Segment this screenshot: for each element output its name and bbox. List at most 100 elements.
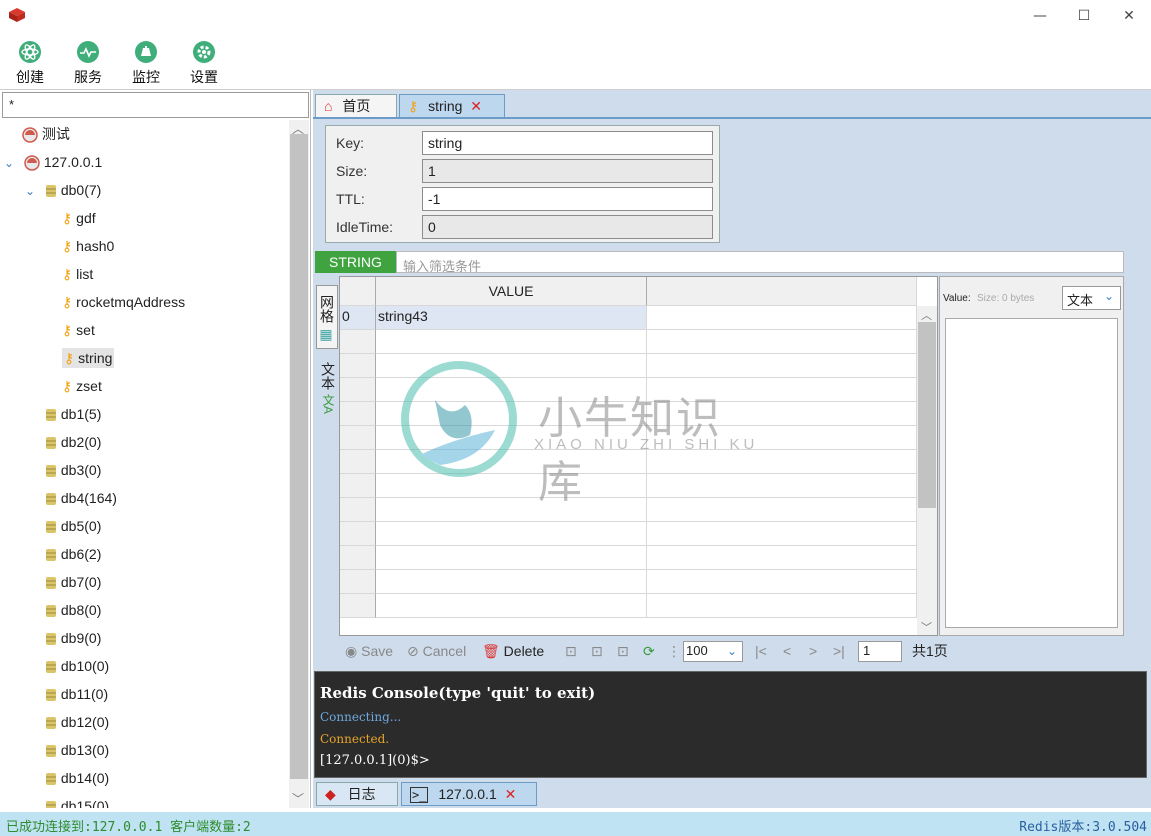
delete-button[interactable]: 🗑 Delete	[482, 640, 544, 662]
type-badge: STRING	[315, 251, 396, 273]
tree-key-item[interactable]: ⚷ list	[0, 260, 288, 288]
tree-key-item[interactable]: ⚷ hash0	[0, 232, 288, 260]
grid-scrollbar-thumb[interactable]	[918, 322, 936, 508]
monitor-button[interactable]: 监控	[121, 36, 171, 87]
tree-key-item[interactable]: ⚷ set	[0, 316, 288, 344]
tab-console-connection[interactable]: >_ 127.0.0.1 ✕	[401, 782, 537, 806]
tab-string[interactable]: ⚷ string ✕	[399, 94, 505, 118]
empty-grid-cell	[376, 330, 647, 354]
first-page-button[interactable]: |<	[755, 640, 767, 662]
tree-db-node[interactable]: db13(0)	[0, 736, 288, 764]
key-search-input[interactable]: *	[2, 92, 309, 118]
refresh-icon[interactable]: ⟳	[643, 640, 655, 662]
tree-db-node[interactable]: db4(164)	[0, 484, 288, 512]
settings-button[interactable]: 设置	[179, 36, 229, 87]
next-page-button[interactable]: >	[809, 640, 817, 662]
format-select[interactable]: 文本 ⌄	[1062, 286, 1121, 310]
tree-db-node[interactable]: db3(0)	[0, 456, 288, 484]
tree-db-node[interactable]: ⌄ db0(7)	[0, 176, 288, 204]
key-label: Key:	[336, 135, 365, 151]
minimize-button[interactable]: —	[1030, 6, 1050, 26]
monitor-label: 监控	[132, 69, 160, 85]
page-size-select[interactable]: 100 ⌄	[683, 641, 743, 662]
tree-scrollbar-thumb[interactable]	[290, 134, 308, 779]
redis-version: Redis版本:3.0.504	[1019, 820, 1147, 835]
key-icon: ⚷	[62, 294, 73, 310]
console-prompt[interactable]: [127.0.0.1](0)$>	[320, 753, 430, 768]
close-button[interactable]: ✕	[1119, 6, 1139, 26]
tree-db-node[interactable]: db12(0)	[0, 708, 288, 736]
empty-grid-cell	[647, 570, 917, 594]
tree-db-node[interactable]: db8(0)	[0, 596, 288, 624]
tree-db-node[interactable]: db10(0)	[0, 652, 288, 680]
scroll-up-icon[interactable]: ︿	[292, 120, 304, 137]
tab-home[interactable]: ⌂ 首页	[315, 94, 397, 118]
tree-key-item[interactable]: ⚷ zset	[0, 372, 288, 400]
side-tab-grid[interactable]: 网格 ▦	[316, 285, 338, 349]
remove-row-button[interactable]: ⊡	[617, 640, 629, 662]
connection-tree: 测试 ⌄ 127.0.0.1 ⌄ db0(7) ⚷ gdf ⚷ hash0 ⚷ …	[0, 120, 288, 808]
filter-input[interactable]: 输入筛选条件	[396, 251, 1124, 274]
grid-corner	[340, 277, 376, 306]
tree-db-node[interactable]: db1(5)	[0, 400, 288, 428]
tree-key-item[interactable]: ⚷ rocketmqAddress	[0, 288, 288, 316]
ttl-field[interactable]: -1	[422, 187, 713, 211]
tree-db-label: db15(0)	[60, 798, 110, 808]
cancel-button[interactable]: ⊘ Cancel	[407, 640, 466, 662]
tree-db-node[interactable]: db6(2)	[0, 540, 288, 568]
create-button[interactable]: 创建	[5, 36, 55, 87]
tree-db-node[interactable]: db11(0)	[0, 680, 288, 708]
tab-log[interactable]: ◆ 日志	[316, 782, 398, 806]
empty-grid-cell	[340, 594, 376, 618]
chevron-down-icon[interactable]: ⌄	[25, 184, 35, 198]
insert-row-button[interactable]: ⊡	[591, 640, 603, 662]
close-tab-icon[interactable]: ✕	[505, 786, 517, 802]
add-row-button[interactable]: ⊡	[565, 640, 577, 662]
save-button[interactable]: ◉ Save	[345, 640, 393, 662]
chevron-down-icon: ⌄	[726, 644, 737, 658]
tree-db-label: db8(0)	[60, 602, 102, 618]
tree-key-item-selected[interactable]: ⚷ string	[0, 344, 288, 372]
column-header-value[interactable]: VALUE	[376, 277, 647, 306]
title-bar: — ☐ ✕	[0, 0, 1151, 32]
tree-group-node[interactable]: 测试	[0, 120, 288, 148]
tree-db-node[interactable]: db15(0)	[0, 792, 288, 808]
key-name-field[interactable]: string	[422, 131, 713, 155]
empty-grid-cell	[376, 570, 647, 594]
empty-grid-cell	[340, 330, 376, 354]
close-tab-icon[interactable]: ✕	[470, 98, 482, 114]
side-tab-text[interactable]: 文本 文A	[316, 358, 338, 418]
tree-server-node[interactable]: ⌄ 127.0.0.1	[0, 148, 288, 176]
translate-icon: 文A	[321, 393, 335, 414]
tree-db-node[interactable]: db7(0)	[0, 568, 288, 596]
scroll-down-icon[interactable]: ﹀	[292, 790, 304, 807]
tree-db-node[interactable]: db2(0)	[0, 428, 288, 456]
key-label: rocketmqAddress	[76, 294, 186, 310]
scroll-down-icon[interactable]: ﹀	[921, 619, 932, 635]
tree-db-node[interactable]: db14(0)	[0, 764, 288, 792]
scroll-up-icon[interactable]: ︿	[921, 307, 932, 323]
tree-db-label: db12(0)	[60, 714, 110, 730]
prev-page-button[interactable]: <	[783, 640, 791, 662]
tree-db-node[interactable]: db5(0)	[0, 512, 288, 540]
value-textarea[interactable]	[945, 318, 1118, 628]
status-bar: 已成功连接到:127.0.0.1 客户端数量:2 Redis版本:3.0.504	[0, 812, 1151, 836]
chevron-down-icon[interactable]: ⌄	[4, 156, 14, 170]
empty-grid-cell	[340, 402, 376, 426]
page-input[interactable]: 1	[858, 641, 902, 662]
trash-icon: 🗑	[482, 643, 500, 659]
tab-underline	[313, 117, 1151, 119]
tree-db-node[interactable]: db9(0)	[0, 624, 288, 652]
table-row-value[interactable]: string43	[376, 306, 647, 330]
service-button[interactable]: 服务	[63, 36, 113, 87]
database-icon	[46, 801, 56, 808]
maximize-button[interactable]: ☐	[1074, 6, 1094, 26]
last-page-button[interactable]: >|	[833, 640, 845, 662]
redis-console[interactable]: Redis Console(type 'quit' to exit) Conne…	[314, 671, 1147, 778]
empty-grid-cell	[376, 522, 647, 546]
tree-db-label: db11(0)	[60, 686, 109, 702]
console-connected: Connected.	[320, 732, 390, 746]
tree-key-item[interactable]: ⚷ gdf	[0, 204, 288, 232]
database-icon	[46, 745, 56, 758]
database-icon	[46, 717, 56, 730]
